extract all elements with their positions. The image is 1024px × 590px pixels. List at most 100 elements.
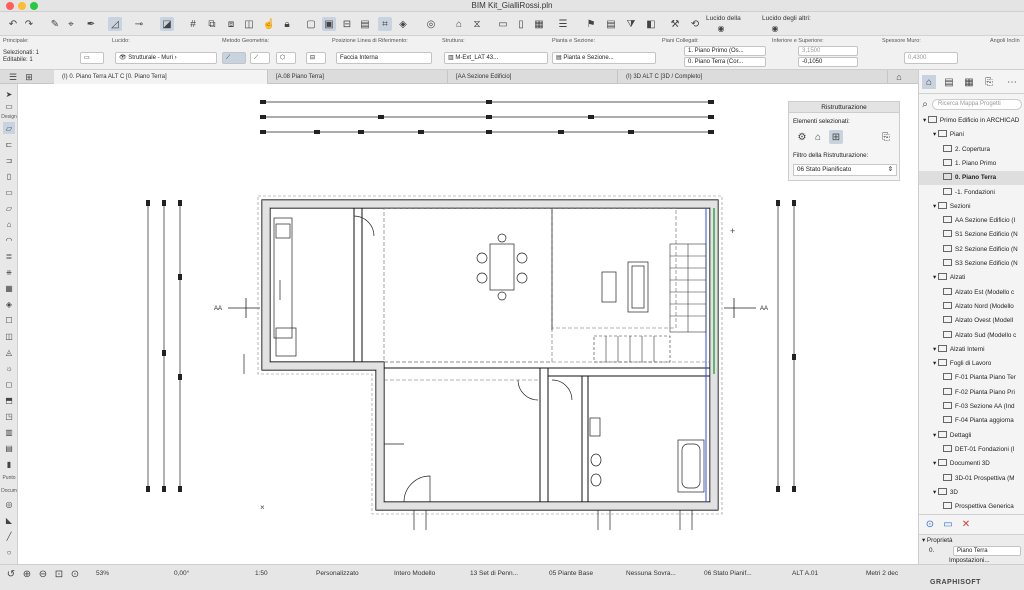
list-icon[interactable]: ☰ bbox=[556, 17, 570, 31]
publisher-icon[interactable]: ⎘ bbox=[982, 75, 996, 89]
settings-view-icon[interactable]: ▭ bbox=[941, 517, 955, 531]
floor-plan-icon[interactable]: ⌂ bbox=[452, 17, 466, 31]
reference-line-icon[interactable]: ⊟ bbox=[306, 52, 326, 64]
other-layers-icon[interactable]: ◉ bbox=[770, 24, 780, 33]
undo-view-icon[interactable]: ↺ bbox=[4, 567, 18, 581]
morph-tool-icon[interactable]: ◈ bbox=[3, 298, 15, 310]
marquee-icon[interactable]: ▢ bbox=[304, 17, 318, 31]
reference-line-select[interactable]: Faccia Interna bbox=[336, 52, 432, 64]
beam-tool-icon[interactable]: ▭ bbox=[3, 186, 15, 198]
trapezoid-wall-button[interactable]: ⟋ bbox=[250, 52, 270, 64]
column-tool-icon[interactable]: ▯ bbox=[3, 170, 15, 182]
floor-plan-canvas[interactable]: AA AA × + Ristrutturazione Elementi sele… bbox=[18, 84, 918, 564]
document-icon[interactable]: ▤ bbox=[604, 17, 618, 31]
table-icon[interactable]: ▤ bbox=[358, 17, 372, 31]
pen-icon[interactable]: ✒ bbox=[84, 17, 98, 31]
guide-line-icon[interactable]: ◿ bbox=[108, 17, 122, 31]
project-map-icon[interactable]: ⌂ bbox=[922, 75, 936, 89]
model-display[interactable]: Intero Modello bbox=[394, 570, 435, 577]
mesh-tool-icon[interactable]: ◬ bbox=[3, 346, 15, 358]
wall-end-tool-icon[interactable]: ▥ bbox=[3, 426, 15, 438]
shell-tool-icon[interactable]: ◠ bbox=[3, 234, 15, 246]
skylight-tool-icon[interactable]: ⬒ bbox=[3, 394, 15, 406]
navigator-menu-icon[interactable]: ⋯ bbox=[1005, 75, 1019, 89]
tree-item[interactable]: DET-01 Fondazioni (I bbox=[919, 443, 1024, 457]
bottom-offset-field[interactable]: -0,1050 bbox=[798, 57, 858, 67]
tree-item[interactable]: ▾ Dettagli bbox=[919, 429, 1024, 443]
navigator-search-input[interactable]: Ricerca Mappa Progetti bbox=[932, 99, 1022, 110]
group-icon[interactable]: ⧉ bbox=[205, 17, 219, 31]
layout-book-icon[interactable]: ▦ bbox=[962, 75, 976, 89]
tree-item[interactable]: 3D-01 Prospettiva (M bbox=[919, 472, 1024, 486]
tree-item[interactable]: ▾ Sezioni bbox=[919, 200, 1024, 214]
zoom-in-icon[interactable]: ⊕ bbox=[20, 567, 34, 581]
tab-3d-completo[interactable]: (I) 3D ALT C [3D / Completo] bbox=[618, 70, 888, 84]
tree-item[interactable]: ▾ Piani bbox=[919, 128, 1024, 142]
object-tool-icon[interactable]: ☐ bbox=[3, 314, 15, 326]
existing-status-icon[interactable]: ⚙ bbox=[795, 130, 809, 144]
tree-item[interactable]: ▾ Primo Edificio in ARCHICAD bbox=[919, 114, 1024, 128]
opening-tool-icon[interactable]: ◻ bbox=[3, 378, 15, 390]
trace-icon[interactable]: ⌗ bbox=[378, 17, 392, 31]
tree-item[interactable]: ▾ Fogli di Lavoro bbox=[919, 357, 1024, 371]
wall-thickness-field[interactable]: 0,4300 bbox=[904, 52, 958, 64]
property-name-field[interactable]: Piano Terra bbox=[953, 546, 1021, 556]
layer-combination[interactable]: 05 Piante Base bbox=[549, 570, 593, 577]
undo-icon[interactable]: ↶ bbox=[6, 17, 20, 31]
tree-item[interactable]: S2 Sezione Edificio (N bbox=[919, 243, 1024, 257]
settings-button[interactable]: Impostazioni... bbox=[949, 557, 990, 564]
lamp-tool-icon[interactable]: ☼ bbox=[3, 362, 15, 374]
filter-icon[interactable]: ⧩ bbox=[624, 17, 638, 31]
roof-tool-icon[interactable]: ⌂ bbox=[3, 218, 15, 230]
tree-item[interactable]: F-02 Pianta Piano Pri bbox=[919, 386, 1024, 400]
split-icon[interactable]: ⧖ bbox=[470, 17, 484, 31]
renovation-filter-select[interactable]: 06 Stato Pianificato ⇕ bbox=[793, 164, 897, 176]
syringe-icon[interactable]: ⌖ bbox=[64, 17, 78, 31]
tree-item[interactable]: Prospettiva Generica bbox=[919, 500, 1024, 514]
tab-list-icon[interactable]: ☰ bbox=[6, 70, 20, 84]
stair-tool-icon[interactable]: ≣ bbox=[3, 250, 15, 262]
tree-item[interactable]: Alzato Est (Modello c bbox=[919, 286, 1024, 300]
pen-set[interactable]: 13 Set di Penn... bbox=[470, 570, 518, 577]
graphic-override[interactable]: Nessuna Sovra... bbox=[626, 570, 676, 577]
new-status-icon[interactable]: ⊞ bbox=[829, 130, 843, 144]
layout-icon[interactable]: ⊟ bbox=[340, 17, 354, 31]
renovation-folder-icon[interactable]: ⎘ bbox=[879, 130, 893, 144]
beam-vertical-tool-icon[interactable]: ▮ bbox=[3, 458, 15, 470]
corner-window-tool-icon[interactable]: ◳ bbox=[3, 410, 15, 422]
zoom-out-icon[interactable]: ⊖ bbox=[36, 567, 50, 581]
marquee-tool-icon[interactable]: ▭ bbox=[3, 100, 15, 112]
tree-item[interactable]: ▾ 3D bbox=[919, 486, 1024, 500]
elevation-icon[interactable]: ▭ bbox=[496, 17, 510, 31]
renovation-filter-status[interactable]: 06 Stato Pianif... bbox=[704, 570, 752, 577]
tree-item[interactable]: ▾ Alzati Interni bbox=[919, 343, 1024, 357]
tab-grid-icon[interactable]: ⊞ bbox=[22, 70, 36, 84]
tree-item[interactable]: F-03 Sezione AA (Ind bbox=[919, 400, 1024, 414]
tree-item[interactable]: Alzato Nord (Modello bbox=[919, 300, 1024, 314]
tab-menu-icon[interactable]: ⌂ bbox=[892, 70, 906, 84]
arrow-tool-icon[interactable]: ➤ bbox=[3, 88, 15, 100]
ungroup-icon[interactable]: ◫ bbox=[242, 17, 256, 31]
tree-item[interactable]: Alzato Ovest (Modell bbox=[919, 314, 1024, 328]
grid-icon[interactable]: # bbox=[186, 17, 200, 31]
plan-section-select[interactable]: ▤ Pianta e Sezione... bbox=[552, 52, 656, 64]
model-view-options[interactable]: Personalizzato bbox=[316, 570, 359, 577]
lock-icon[interactable]: 🔒︎ bbox=[280, 17, 294, 31]
tab-sezione-edificio[interactable]: [AA Sezione Edificio] bbox=[448, 70, 618, 84]
tree-item[interactable]: F-01 Pianta Piano Ter bbox=[919, 371, 1024, 385]
window-tool-icon[interactable]: ⊐ bbox=[3, 154, 15, 166]
slab-tool-icon[interactable]: ▱ bbox=[3, 202, 15, 214]
layer-status-icon[interactable]: ◉ bbox=[716, 24, 726, 33]
tree-item[interactable]: 1. Piano Primo bbox=[919, 157, 1024, 171]
structure-select[interactable]: ▥ M-Ext_LAT 43... bbox=[444, 52, 548, 64]
sheet-icon[interactable]: ▯ bbox=[514, 17, 528, 31]
tree-item[interactable]: S1 Sezione Edificio (N bbox=[919, 228, 1024, 242]
railing-tool-icon[interactable]: ⧺ bbox=[3, 266, 15, 278]
tree-item[interactable]: F-04 Pianta aggiorna bbox=[919, 414, 1024, 428]
dimension-tool-icon[interactable]: ◎ bbox=[3, 498, 15, 510]
globe-icon[interactable]: ◎ bbox=[424, 17, 438, 31]
rotation-angle[interactable]: 0,00° bbox=[174, 570, 189, 577]
circle-tool-icon[interactable]: ○ bbox=[3, 546, 15, 558]
tree-item[interactable]: Alzato Sud (Modello c bbox=[919, 329, 1024, 343]
redo-icon[interactable]: ↷ bbox=[22, 17, 36, 31]
